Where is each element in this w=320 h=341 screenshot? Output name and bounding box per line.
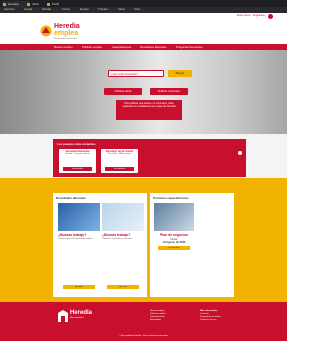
carousel-next-icon[interactable] — [238, 151, 242, 155]
footer-copyright: © Municipalidad de Heredia · Todos los d… — [119, 335, 168, 337]
publish-cv-button[interactable]: Publicar currículum — [150, 88, 188, 95]
publish-offer-button[interactable]: Publicar oferta — [104, 88, 142, 95]
browser-tab-bar: Heredia Inicio Perfil — [0, 0, 287, 7]
logo-tagline: Municipalidad de Heredia — [54, 38, 77, 40]
footer-brand: Heredia — [70, 310, 93, 316]
search-button[interactable]: Buscar — [168, 70, 192, 77]
recent-jobs-title: Los puestos más recientes — [57, 142, 96, 146]
news-image — [58, 203, 100, 231]
info-box: Para publicar una oferta o un currículum… — [116, 100, 182, 120]
search-input[interactable]: ¿Qué estás buscando? — [108, 70, 164, 77]
job-card[interactable]: Secretaria Ejecutiva Heredia · Tiempo co… — [59, 149, 96, 173]
training-image — [154, 203, 194, 231]
footer-link[interactable]: Novedades — [150, 319, 161, 322]
recent-jobs-panel: Los puestos más recientes Secretaria Eje… — [53, 139, 246, 177]
news-title: Novedades laborales — [56, 196, 87, 200]
news-item-text: Consejos para tu búsqueda de empleo — [58, 238, 93, 240]
job-meta: San Pablo · Medio tiempo — [107, 153, 131, 155]
news-more-button[interactable]: Ver más — [63, 285, 95, 289]
tab-label: Inicio — [32, 2, 40, 6]
logo-line-1: Heredia — [54, 23, 80, 30]
job-details-button[interactable]: Ver detalles — [105, 167, 134, 171]
trainings-card: Próximas capacitaciones Plan de negocios… — [150, 193, 234, 297]
news-item-title: ¿Buscas trabajo? — [102, 233, 131, 237]
site-logo[interactable]: Heredia emplea Municipalidad de Heredia — [40, 22, 100, 42]
tab-label: Perfil — [52, 2, 59, 6]
news-section: Novedades laborales ¿Buscas trabajo? Con… — [0, 178, 287, 302]
news-item-title: ¿Buscas trabajo? — [58, 233, 87, 237]
site-footer: Heredia Municipalidad Buscar empleo Publ… — [0, 302, 287, 341]
logo-line-2: emplea — [54, 30, 79, 37]
training-details-button[interactable]: Ver detalles — [158, 246, 190, 250]
job-card[interactable]: Ejecutivo (a) de ventas San Pablo · Medi… — [101, 149, 138, 173]
favicon-icon — [47, 2, 50, 6]
news-card: Novedades laborales ¿Buscas trabajo? Con… — [53, 193, 147, 297]
auth-links[interactable]: Iniciar sesión · Registrarse — [237, 14, 265, 17]
trainings-title: Próximas capacitaciones — [153, 196, 189, 200]
user-icon[interactable] — [268, 13, 273, 19]
news-image — [102, 203, 144, 231]
tab-label: Heredia — [8, 2, 19, 6]
top-strip: Iniciar sesión · Registrarse — [0, 13, 287, 19]
training-date: 19 Agosto de 2022 — [162, 241, 186, 244]
footer-brand-sub: Municipalidad — [70, 317, 84, 319]
hero-banner — [0, 50, 287, 134]
news-item-text: Prepara tu currículum y entrevista — [102, 238, 133, 240]
footer-link[interactable]: Términos de uso — [200, 319, 216, 322]
favicon-icon — [27, 2, 30, 6]
job-meta: Heredia · Tiempo completo — [65, 153, 90, 155]
logo-mark-icon — [40, 24, 52, 38]
footer-logo-icon — [58, 310, 68, 322]
news-more-button[interactable]: Ver más — [107, 285, 139, 289]
training-title: Plan de negocios — [160, 233, 188, 237]
favicon-icon — [3, 2, 6, 6]
job-details-button[interactable]: Ver detalles — [63, 167, 92, 171]
